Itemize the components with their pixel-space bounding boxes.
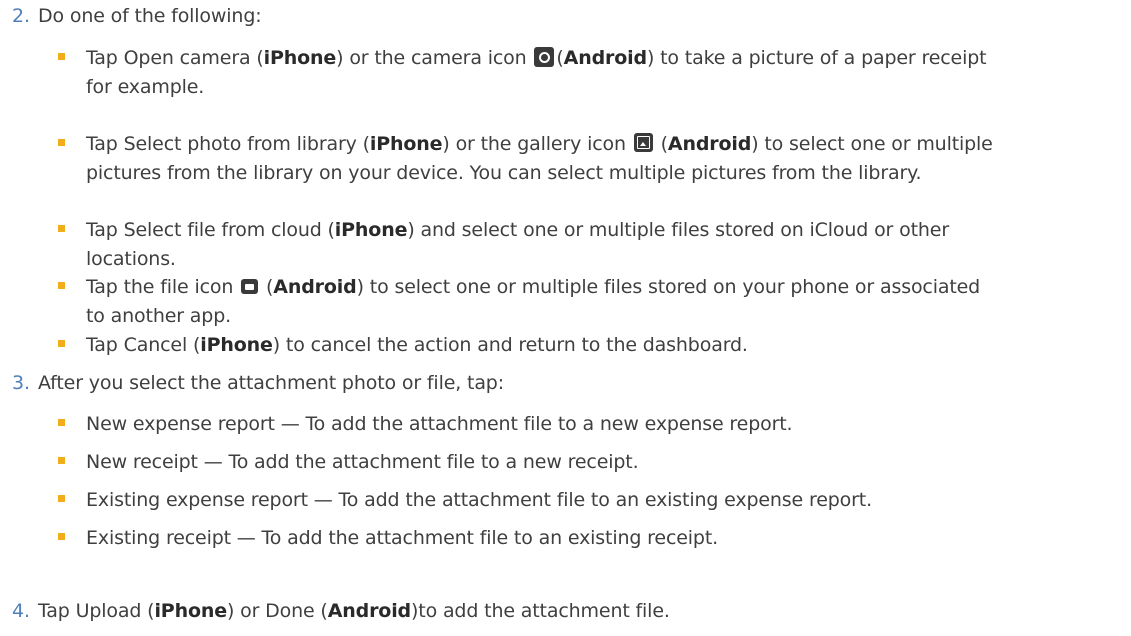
platform-label: iPhone (154, 600, 227, 622)
bullet-square-icon (58, 282, 65, 289)
bullet-text: Tap Cancel (iPhone) to cancel the action… (86, 334, 748, 356)
bullet-text: Tap Open camera (iPhone) or the camera i… (86, 46, 987, 98)
step-text: Tap Upload (iPhone) or Done (Android)to … (38, 600, 670, 622)
bullet-square-icon (58, 533, 65, 540)
bullet-square-icon (58, 419, 65, 426)
bullet-text: New expense report — To add the attachme… (86, 413, 793, 435)
bullet-square-icon (58, 139, 65, 146)
platform-label: iPhone (369, 133, 443, 155)
step-text: Do one of the following: (38, 5, 262, 27)
step-text: After you select the attachment photo or… (38, 372, 504, 394)
camera-icon (534, 46, 555, 67)
bullet-square-icon (58, 340, 65, 347)
bullet-square-icon (58, 457, 65, 464)
file-icon (241, 279, 259, 294)
bullet-square-icon (58, 225, 65, 232)
platform-label: iPhone (334, 219, 408, 241)
gallery-icon (633, 133, 653, 152)
bullet-text: Existing expense report — To add the att… (86, 489, 872, 511)
platform-label: Android (667, 133, 752, 155)
bullet-text: Tap Select file from cloud (iPhone) and … (86, 219, 949, 270)
platform-label: iPhone (263, 47, 337, 69)
bullet-text: Existing receipt — To add the attachment… (86, 527, 719, 549)
bullet-square-icon (58, 495, 65, 502)
platform-label: Android (273, 276, 357, 298)
bullet-square-icon (58, 53, 65, 60)
bullet-text: Tap the file icon (Android) to select on… (86, 276, 981, 327)
platform-label: iPhone (200, 334, 273, 356)
bullet-text: New receipt — To add the attachment file… (86, 451, 639, 473)
platform-label: Android (327, 600, 412, 622)
platform-label: Android (563, 47, 647, 69)
bullet-text: Tap Select photo from library (iPhone) o… (86, 133, 993, 184)
